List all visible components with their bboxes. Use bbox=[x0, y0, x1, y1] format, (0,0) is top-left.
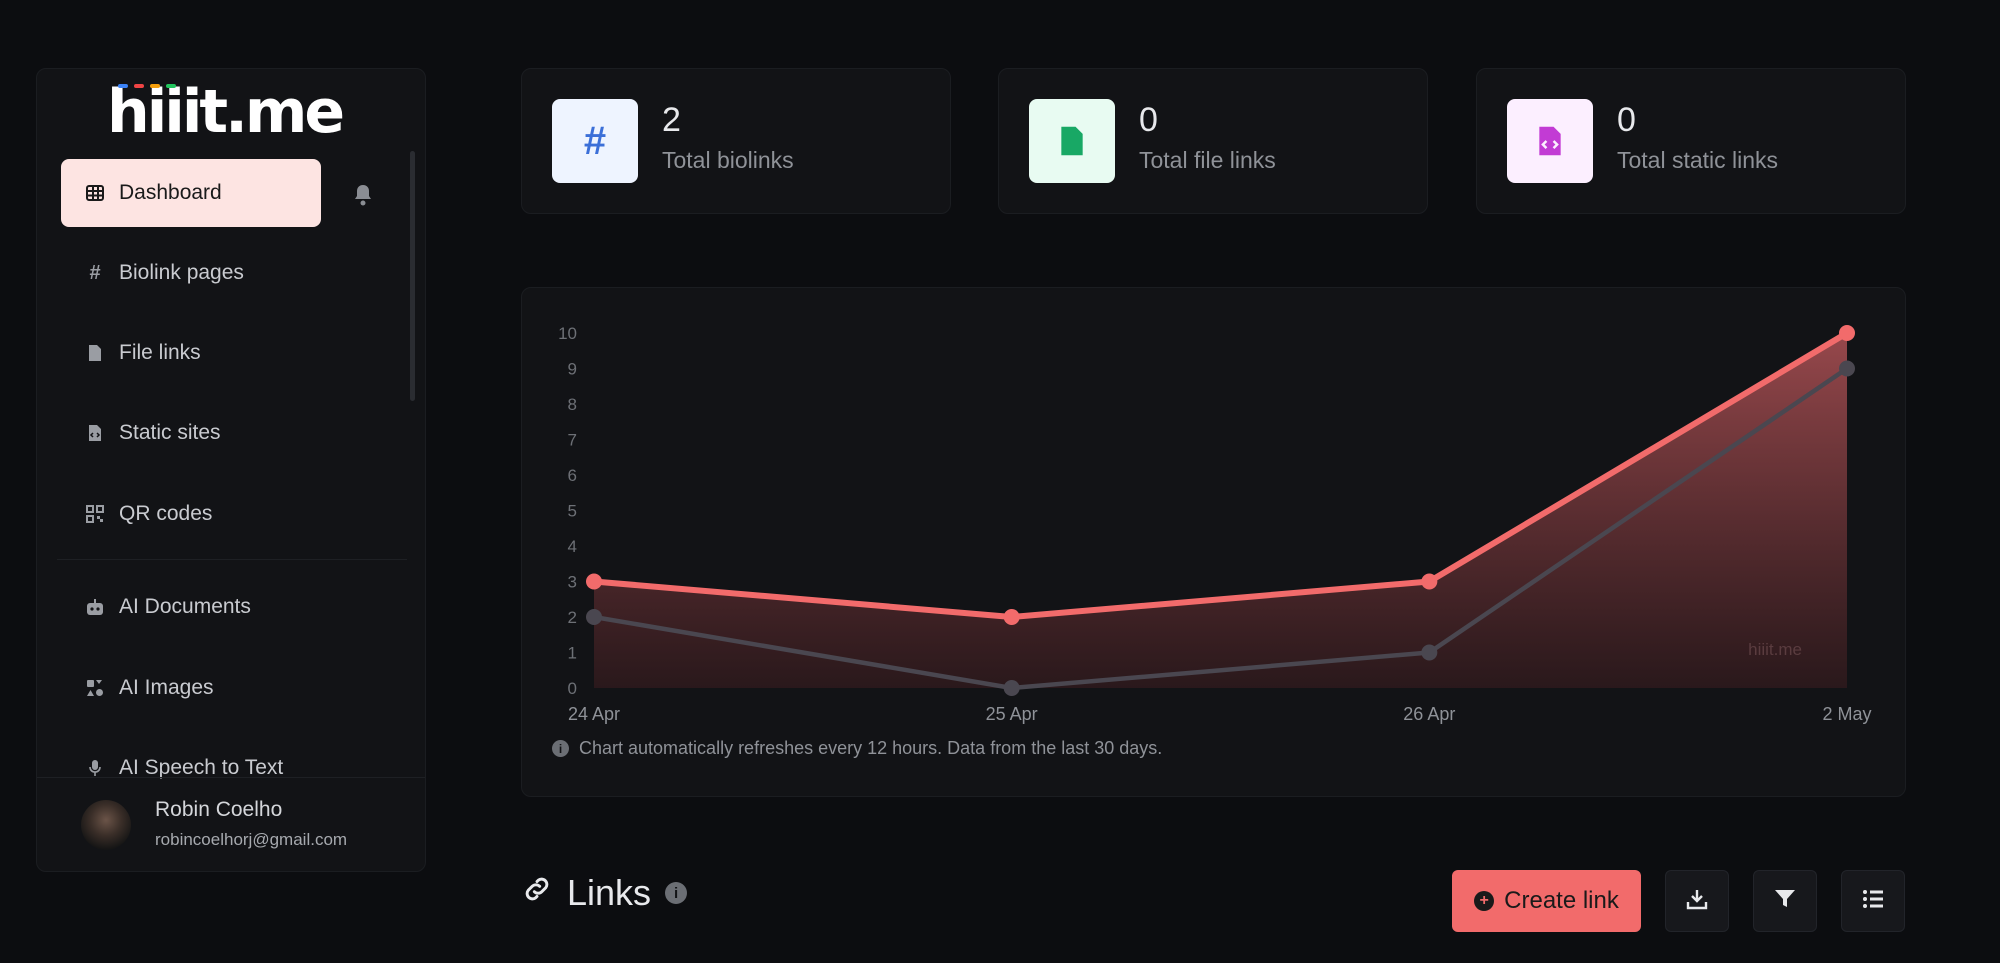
sidebar-item-label: AI Images bbox=[119, 676, 214, 699]
data-point bbox=[586, 609, 602, 625]
chart-note: i Chart automatically refreshes every 12… bbox=[552, 738, 1162, 759]
sidebar-item-dashboard[interactable]: Dashboard bbox=[61, 159, 321, 227]
y-tick-label: 7 bbox=[568, 431, 577, 450]
create-link-button[interactable]: + Create link bbox=[1452, 870, 1641, 932]
x-tick-label: 24 Apr bbox=[568, 704, 620, 724]
logo-dots bbox=[118, 84, 176, 88]
stat-value: 0 bbox=[1617, 101, 1636, 139]
list-view-button[interactable] bbox=[1841, 870, 1905, 932]
data-point bbox=[586, 573, 602, 590]
y-tick-label: 3 bbox=[568, 573, 577, 592]
stat-value: 0 bbox=[1139, 101, 1158, 139]
info-icon: i bbox=[552, 740, 569, 757]
file-icon bbox=[1029, 99, 1115, 183]
stat-label: Total static links bbox=[1617, 147, 1779, 173]
y-tick-label: 0 bbox=[568, 679, 577, 698]
stat-label: Total file links bbox=[1139, 147, 1276, 173]
y-tick-label: 10 bbox=[558, 324, 577, 343]
plus-circle-icon: + bbox=[1474, 891, 1495, 911]
sidebar-scrollbar[interactable] bbox=[410, 151, 415, 401]
info-icon[interactable]: i bbox=[665, 882, 688, 904]
avatar bbox=[81, 800, 131, 850]
chart-card: 0 1 2 3 4 5 6 7 8 9 10 24 Apr 25 Apr 26 Apr 2 May hiiit… bbox=[521, 287, 1906, 797]
data-point bbox=[1839, 360, 1855, 377]
robot-icon bbox=[85, 597, 105, 617]
series-area bbox=[594, 333, 1847, 688]
y-tick-label: 4 bbox=[568, 537, 577, 556]
data-point bbox=[1421, 644, 1438, 661]
sidebar-item-ai-images[interactable]: AI Images bbox=[61, 654, 321, 722]
hash-icon: # bbox=[89, 261, 101, 284]
links-header: Links i bbox=[521, 872, 688, 914]
sidebar-item-ai-documents[interactable]: AI Documents bbox=[61, 573, 321, 641]
y-tick-label: 8 bbox=[568, 395, 577, 414]
hash-icon: # bbox=[552, 99, 638, 183]
icons-icon bbox=[85, 678, 105, 698]
sidebar-item-label: Biolink pages bbox=[119, 261, 244, 284]
line-chart: 0 1 2 3 4 5 6 7 8 9 10 24 Apr 25 Apr 26 Apr 2 May hiiit… bbox=[558, 324, 1871, 724]
chart-note-text: Chart automatically refreshes every 12 h… bbox=[579, 738, 1163, 758]
data-point bbox=[1003, 609, 1020, 625]
data-point bbox=[1839, 325, 1855, 341]
qrcode-icon bbox=[85, 504, 105, 524]
sidebar-item-biolink-pages[interactable]: # Biolink pages bbox=[61, 239, 321, 307]
sidebar-item-file-links[interactable]: File links bbox=[61, 319, 321, 387]
data-point bbox=[1003, 680, 1020, 696]
user-profile[interactable]: Robin Coelho robincoelhorj@gmail.com bbox=[37, 777, 425, 871]
grid-icon bbox=[85, 183, 105, 203]
sidebar-item-label: Dashboard bbox=[119, 181, 222, 204]
stat-label: Total biolinks bbox=[662, 147, 794, 173]
stat-card-biolinks[interactable]: # 2 Total biolinks bbox=[521, 68, 951, 214]
sidebar-item-label: AI Documents bbox=[119, 595, 251, 618]
stat-value: 2 bbox=[662, 101, 681, 139]
logo[interactable]: hiiit.me bbox=[107, 79, 345, 145]
y-tick-label: 9 bbox=[568, 360, 577, 379]
filter-icon bbox=[1774, 888, 1796, 915]
x-tick-label: 25 Apr bbox=[986, 704, 1038, 724]
file-icon bbox=[85, 343, 105, 363]
chart-watermark: hiiit.me bbox=[1748, 640, 1802, 659]
y-tick-label: 2 bbox=[568, 608, 577, 627]
filter-button[interactable] bbox=[1753, 870, 1817, 932]
sidebar-item-label: File links bbox=[119, 341, 201, 364]
y-tick-label: 5 bbox=[568, 502, 577, 521]
x-tick-label: 26 Apr bbox=[1403, 704, 1455, 724]
download-icon bbox=[1686, 888, 1708, 915]
sidebar-divider bbox=[57, 559, 407, 560]
file-code-icon bbox=[85, 423, 105, 443]
y-tick-label: 6 bbox=[568, 466, 577, 485]
user-email: robincoelhorj@gmail.com bbox=[155, 830, 348, 849]
stat-card-static-links[interactable]: 0 Total static links bbox=[1476, 68, 1906, 214]
export-button[interactable] bbox=[1665, 870, 1729, 932]
data-point bbox=[1421, 573, 1438, 590]
user-name: Robin Coelho bbox=[155, 798, 283, 821]
x-tick-label: 2 May bbox=[1822, 704, 1871, 724]
sidebar-item-label: Static sites bbox=[119, 421, 221, 444]
stat-card-file-links[interactable]: 0 Total file links bbox=[998, 68, 1428, 214]
microphone-icon bbox=[85, 758, 105, 778]
y-tick-label: 1 bbox=[568, 644, 577, 663]
list-icon bbox=[1862, 889, 1884, 914]
file-code-icon bbox=[1507, 99, 1593, 183]
sidebar-item-label: QR codes bbox=[119, 502, 213, 525]
bell-icon[interactable] bbox=[349, 181, 377, 209]
sidebar-item-static-sites[interactable]: Static sites bbox=[61, 399, 321, 467]
sidebar-item-qr-codes[interactable]: QR codes bbox=[61, 480, 321, 548]
links-title: Links bbox=[567, 872, 652, 913]
link-icon bbox=[521, 872, 553, 914]
create-link-label: Create link bbox=[1504, 887, 1619, 914]
sidebar: hiiit.me Dashboard # Biolink pages File … bbox=[36, 68, 426, 872]
